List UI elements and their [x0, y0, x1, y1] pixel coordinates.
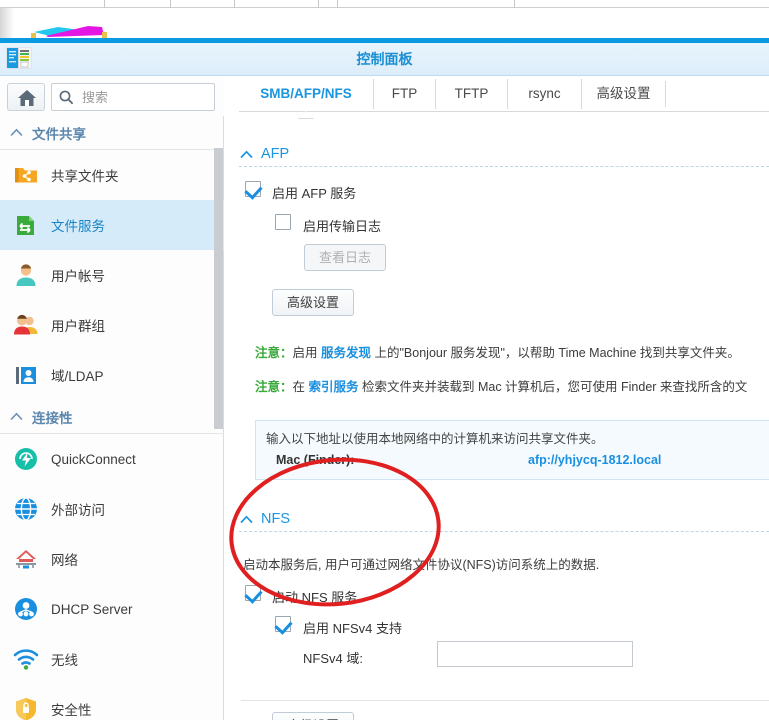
- service-discovery-link[interactable]: 服务发现: [321, 346, 371, 360]
- sidebar-toolbar: [0, 77, 224, 116]
- browser-tabstrip-sliver: [0, 0, 769, 8]
- sidebar-item-label: 无线: [51, 653, 78, 668]
- nfs-enable-service-label: 启动 NFS 服务: [272, 590, 358, 605]
- sidebar-item-network[interactable]: 网络: [0, 534, 224, 584]
- sidebar-item-user-group[interactable]: 用户群组: [0, 300, 224, 350]
- search-box[interactable]: [51, 83, 215, 111]
- afp-address-description: 输入以下地址以使用本地网络中的计算机来访问共享文件夹。: [266, 432, 604, 446]
- afp-note-1: 注意：启用 服务发现 上的"Bonjour 服务发现"，以帮助 Time Mac…: [255, 342, 740, 361]
- chevron-up-icon: [10, 128, 23, 137]
- search-input[interactable]: [82, 84, 212, 110]
- afp-advanced-settings-button[interactable]: 高级设置: [272, 289, 355, 316]
- afp-address-key: Mac (Finder):: [276, 453, 355, 467]
- main-content-panel: SMB/AFP/NFS FTP TFTP rsync 高级设置 AFP 启用 A…: [225, 77, 769, 720]
- sidebar-item-shared-folder[interactable]: 共享文件夹: [0, 150, 224, 200]
- sidebar-item-label: 域/LDAP: [51, 369, 104, 384]
- sidebar-item-label: 用户群组: [51, 319, 105, 334]
- external-access-icon: [12, 495, 40, 523]
- nfsv4-domain-input[interactable]: [437, 641, 633, 667]
- afp-address-value[interactable]: afp://yhjycq-1812.local: [528, 453, 661, 467]
- note-text-before: 在: [292, 380, 309, 394]
- sidebar-item-label: 用户帐号: [51, 269, 105, 284]
- note-text-after: 检索文件夹并装载到 Mac 计算机后，您可使用 Finder 来查找所含的文: [358, 380, 748, 394]
- sidebar-nav-list: 文件共享 共享文件夹 文件服务 用户帐号 用户群组 域/LDAP 连接性 Qui…: [0, 116, 224, 720]
- nfsv4-domain-label: NFSv4 域:: [303, 651, 363, 666]
- security-icon: [12, 695, 40, 720]
- section-title: NFS: [261, 511, 290, 527]
- note-tag: 注意：: [255, 346, 293, 360]
- settings-content: AFP 启用 AFP 服务 启用传输日志 查看日志 高级设置 注意：启用 服务发…: [225, 112, 769, 720]
- sidebar-scrollbar-thumb[interactable]: [214, 148, 223, 429]
- section-rule-nfs: [239, 531, 769, 532]
- sidebar-item-label: QuickConnect: [51, 451, 136, 467]
- tab-end-divider: [665, 81, 666, 107]
- tab-tftp[interactable]: TFTP: [435, 79, 507, 109]
- sidebar-item-security[interactable]: 安全性: [0, 684, 224, 720]
- content-bottom-divider: [241, 700, 769, 701]
- afp-enable-service-label: 启用 AFP 服务: [272, 186, 357, 201]
- home-icon: [18, 90, 36, 106]
- sidebar-group-connectivity[interactable]: 连接性: [0, 400, 224, 434]
- afp-enable-log-label: 启用传输日志: [303, 219, 382, 234]
- page-left-shadow: [0, 8, 14, 38]
- sidebar-item-label: 外部访问: [51, 503, 105, 518]
- chevron-up-icon: [240, 515, 253, 523]
- note-tag: 注意：: [255, 380, 293, 394]
- afp-enable-log-checkbox[interactable]: [275, 214, 291, 230]
- network-icon: [12, 545, 40, 573]
- sidebar-item-domain-ldap[interactable]: 域/LDAP: [0, 350, 224, 400]
- sidebar-item-dhcp-server[interactable]: DHCP Server: [0, 584, 224, 634]
- tab-advanced-settings[interactable]: 高级设置: [581, 79, 665, 109]
- file-services-icon: [12, 211, 40, 239]
- user-group-icon: [12, 311, 40, 339]
- afp-note-2: 注意：在 索引服务 检索文件夹并装载到 Mac 计算机后，您可使用 Finder…: [255, 376, 747, 395]
- sidebar-item-file-services[interactable]: 文件服务: [0, 200, 224, 250]
- sidebar: 文件共享 共享文件夹: [0, 77, 224, 720]
- sidebar-item-label: 共享文件夹: [51, 169, 119, 184]
- sidebar-item-label: 安全性: [51, 703, 92, 718]
- tab-smb-afp-nfs[interactable]: SMB/AFP/NFS: [239, 79, 373, 109]
- sidebar-item-external-access[interactable]: 外部访问: [0, 484, 224, 534]
- sidebar-item-user-account[interactable]: 用户帐号: [0, 250, 224, 300]
- section-title: AFP: [261, 146, 290, 162]
- nfs-advanced-settings-button[interactable]: 高级设置: [272, 712, 355, 720]
- search-icon: [59, 90, 74, 105]
- dhcp-server-icon: [12, 595, 40, 623]
- user-account-icon: [12, 261, 40, 289]
- afp-address-info-box: 输入以下地址以使用本地网络中的计算机来访问共享文件夹。 Mac (Finder)…: [255, 420, 769, 480]
- nfs-description: 启动本服务后, 用户可通过网络文件协议(NFS)访问系统上的数据.: [243, 558, 600, 572]
- nfs-enable-service-checkbox[interactable]: [245, 585, 261, 601]
- section-header-nfs[interactable]: NFS: [240, 511, 290, 527]
- sidebar-item-label: DHCP Server: [51, 601, 133, 617]
- tab-rsync[interactable]: rsync: [507, 79, 581, 109]
- domain-ldap-icon: [12, 361, 40, 389]
- chevron-up-icon: [10, 412, 23, 421]
- note-text-before: 启用: [292, 346, 321, 360]
- tab-ftp[interactable]: FTP: [373, 79, 435, 109]
- section-header-afp[interactable]: AFP: [240, 146, 289, 162]
- nfs-enable-nfsv4-checkbox[interactable]: [275, 616, 291, 632]
- nfs-enable-nfsv4-label: 启用 NFSv4 支持: [303, 621, 402, 636]
- note-text-after: 上的"Bonjour 服务发现"，以帮助 Time Machine 找到共享文件…: [371, 346, 740, 360]
- sidebar-item-quickconnect[interactable]: QuickConnect: [0, 434, 224, 484]
- afp-view-log-button[interactable]: 查看日志: [304, 244, 387, 271]
- sidebar-group-file-sharing[interactable]: 文件共享: [0, 116, 224, 150]
- wireless-icon: [12, 645, 40, 673]
- sidebar-item-label: 网络: [51, 553, 78, 568]
- afp-enable-service-checkbox[interactable]: [245, 181, 261, 197]
- index-service-link[interactable]: 索引服务: [309, 380, 359, 394]
- sidebar-group-label: 连接性: [32, 410, 73, 426]
- control-panel-window: 控制面板 文件: [0, 38, 769, 720]
- quickconnect-icon: [12, 445, 40, 473]
- home-button[interactable]: [7, 83, 45, 111]
- tab-bar: SMB/AFP/NFS FTP TFTP rsync 高级设置: [225, 77, 769, 119]
- window-title: 控制面板: [356, 51, 413, 67]
- sidebar-group-label: 文件共享: [32, 126, 86, 142]
- chevron-up-icon: [240, 150, 253, 158]
- sidebar-item-label: 文件服务: [51, 219, 105, 234]
- sidebar-item-wireless[interactable]: 无线: [0, 634, 224, 684]
- section-rule-afp: [239, 166, 769, 167]
- shared-folder-icon: [12, 161, 40, 189]
